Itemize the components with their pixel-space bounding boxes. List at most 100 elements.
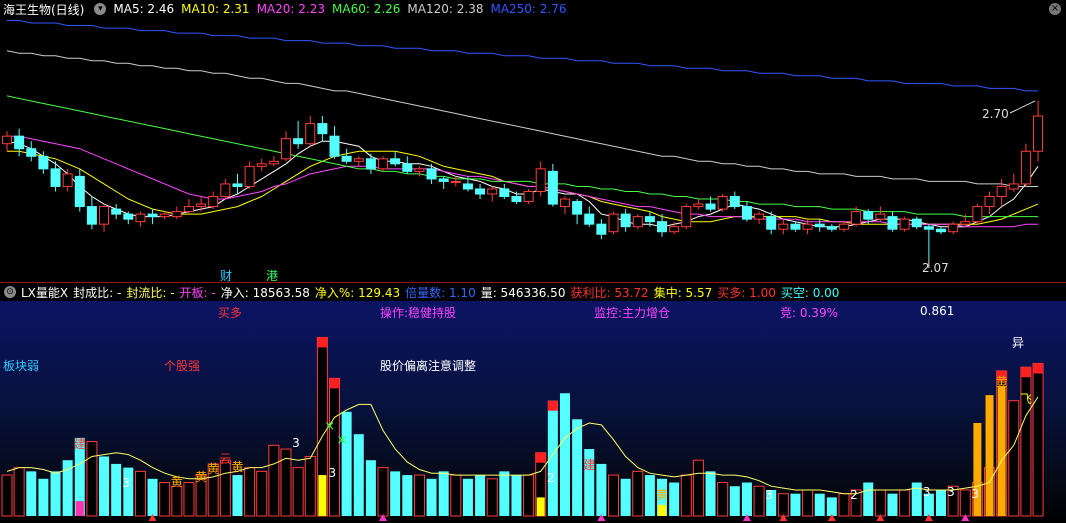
signal-bid: 竞: 0.39%: [780, 306, 838, 320]
candle-down: [572, 201, 583, 215]
ma-line-ma120: [6, 50, 1038, 187]
candle-up: [220, 183, 231, 198]
volume-cap: [1020, 367, 1031, 378]
candle-up: [353, 158, 364, 162]
candle-up: [802, 223, 813, 230]
volume-bar-up: [413, 474, 425, 517]
candle-down: [911, 218, 922, 228]
volume-highlight: [658, 504, 667, 516]
candle-down: [438, 178, 449, 182]
volume-bar-down: [365, 460, 376, 516]
volume-bar-down: [790, 493, 801, 516]
candle-down: [390, 158, 401, 165]
candle-down: [26, 148, 37, 157]
candle-down: [293, 138, 304, 145]
volume-bar-up: [244, 467, 256, 517]
candle-up: [669, 226, 680, 233]
candle-up: [244, 165, 255, 187]
candle-down: [147, 213, 158, 218]
volume-bar-down: [475, 475, 486, 516]
indicator-name[interactable]: LX量能X: [21, 284, 68, 301]
volume-bar-up: [86, 441, 98, 517]
volume-bar-down: [559, 393, 570, 516]
candle-up: [305, 123, 316, 145]
volume-bar-up: [608, 474, 619, 517]
volume-signal-mark: 3: [292, 436, 300, 450]
volume-cap: [1033, 363, 1044, 374]
candle-up: [135, 213, 146, 223]
candle-up: [559, 198, 570, 208]
volume-bar-up: [692, 459, 704, 517]
volume-signal-mark: 云: [219, 452, 232, 466]
volume-bar-up: [304, 455, 316, 517]
indicator-item: 量: 546336.50: [480, 285, 566, 300]
volume-bar-down: [353, 434, 364, 516]
volume-bar-down: [462, 478, 473, 516]
volume-bar-down: [426, 478, 437, 516]
volume-bar-down: [729, 486, 740, 516]
candle-down: [863, 211, 874, 220]
candle-down: [462, 183, 473, 190]
candle-up: [899, 218, 910, 230]
event-marker-cai[interactable]: 财: [220, 267, 232, 284]
volume-bar-down: [596, 463, 607, 516]
cross-marker: ×: [324, 419, 335, 434]
candle-down: [402, 163, 413, 172]
volume-highlight: [973, 423, 982, 516]
volume-signal-mark: 2: [546, 471, 555, 485]
candle-down: [729, 196, 740, 208]
candle-up: [159, 213, 170, 218]
volume-bar-down: [705, 471, 716, 516]
candle-down: [475, 188, 486, 195]
volume-bar-up: [802, 489, 814, 517]
volume-highlight: [75, 501, 84, 516]
candle-down: [74, 175, 85, 208]
candle-down: [766, 216, 777, 230]
candle-up: [608, 213, 619, 233]
candle-up: [960, 221, 971, 225]
candle-up: [717, 196, 728, 210]
candle-up: [256, 163, 267, 167]
indicator-item: 集中: 5.57: [653, 285, 713, 300]
candle-down: [790, 223, 801, 230]
high-price-label: 2.70: [982, 107, 1009, 121]
candle-up: [948, 223, 959, 233]
candle-down: [426, 168, 437, 180]
indicator-item: 获利比: 53.72: [570, 285, 649, 300]
volume-bar-up: [292, 467, 304, 517]
indicator-item: 开板: -: [179, 285, 216, 300]
volume-highlight: [536, 497, 545, 516]
volume-bar-down: [438, 471, 449, 516]
candle-down: [317, 123, 328, 135]
volume-signal-mark: 3: [922, 485, 931, 499]
settings-circle-icon[interactable]: ⊙: [4, 286, 16, 298]
volume-bar-up: [159, 482, 171, 517]
candle-up: [378, 158, 389, 170]
candle-down: [14, 135, 25, 150]
volume-bar-down: [232, 475, 243, 516]
volume-ma-line: [6, 396, 1039, 495]
candle-down: [705, 203, 716, 210]
candle-up: [208, 196, 219, 208]
volume-signal-mark: 3: [947, 485, 955, 499]
volume-cap: [329, 378, 340, 389]
candle-up: [851, 211, 862, 225]
candle-down: [232, 183, 243, 187]
volume-bar-up: [268, 444, 280, 517]
candle-up: [838, 223, 849, 230]
volume-bar-up: [717, 482, 729, 517]
volume-bar-up: [134, 470, 146, 517]
candle-down: [826, 226, 837, 230]
candle-up: [1020, 150, 1031, 185]
volume-signal-mark: 黄: [207, 462, 220, 476]
candle-up: [450, 180, 461, 183]
volume-bar-down: [38, 478, 49, 516]
candle-up: [632, 216, 643, 228]
volume-bar-down: [62, 460, 73, 516]
event-marker-gang[interactable]: 港: [266, 267, 278, 284]
candle-up: [996, 185, 1007, 198]
ma-line-ma10: [7, 150, 1039, 225]
volume-highlight: [997, 385, 1006, 516]
signal-ratio: 0.861: [920, 304, 955, 318]
volume-bar-down: [402, 475, 413, 516]
